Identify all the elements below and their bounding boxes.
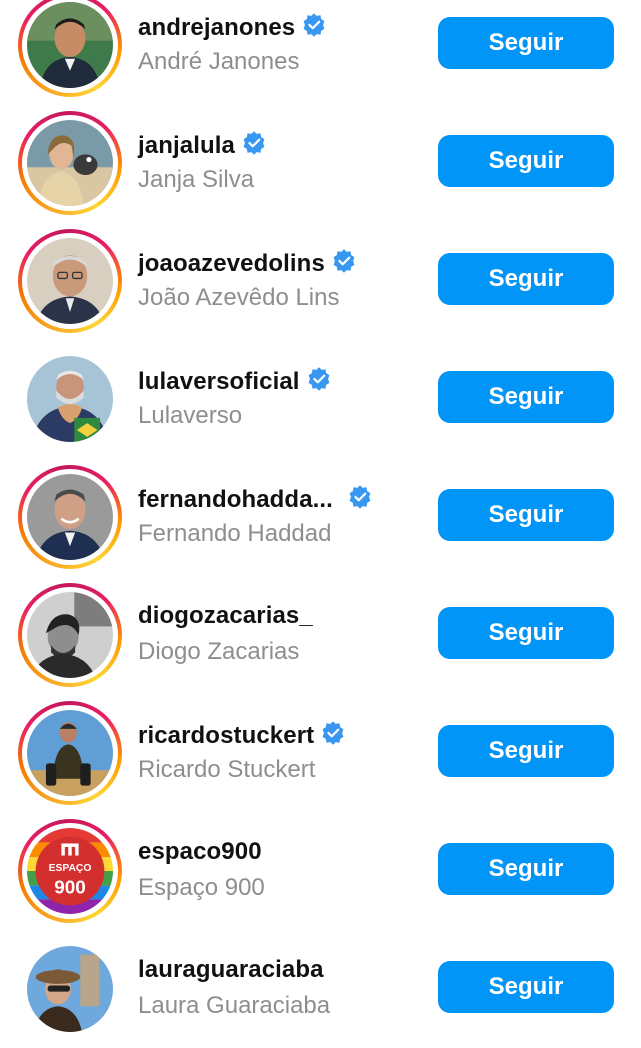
username[interactable]: lulaversoficial	[138, 366, 332, 396]
full-name: Fernando Haddad	[138, 520, 332, 547]
verified-badge-icon	[306, 366, 332, 392]
verified-badge-icon	[331, 248, 357, 274]
follow-button[interactable]: Seguir	[438, 371, 614, 423]
username[interactable]: joaoazevedolins	[138, 248, 357, 278]
full-name: Laura Guaraciaba	[138, 992, 331, 1019]
list-item: ricardostuckert Ricardo Stuckert Seguir	[0, 694, 641, 812]
follow-button[interactable]: Seguir	[438, 961, 614, 1013]
avatar	[27, 238, 113, 324]
username[interactable]: lauraguaraciaba	[138, 956, 324, 984]
avatar-story-ring[interactable]	[18, 465, 122, 569]
verified-badge-icon	[301, 12, 327, 38]
username[interactable]: diogozacarias_	[138, 602, 313, 630]
svg-text:900: 900	[54, 877, 86, 898]
avatar	[27, 710, 113, 796]
username[interactable]: fernandohadda...	[138, 484, 373, 514]
username[interactable]: janjalula	[138, 130, 267, 160]
follow-button[interactable]: Seguir	[438, 17, 614, 69]
list-item: joaoazevedolins João Azevêdo Lins Seguir	[0, 222, 641, 340]
full-name: João Azevêdo Lins	[138, 284, 340, 311]
avatar-story-ring[interactable]	[18, 229, 122, 333]
verified-badge-icon	[241, 130, 267, 156]
avatar-story-ring[interactable]	[18, 111, 122, 215]
avatar	[27, 120, 113, 206]
full-name: Espaço 900	[138, 874, 265, 901]
avatar: ESPAÇO 900	[27, 828, 113, 914]
avatar-wrapper[interactable]	[18, 347, 122, 451]
username[interactable]: ricardostuckert	[138, 720, 346, 750]
username[interactable]: andrejanones	[138, 12, 327, 42]
follow-button[interactable]: Seguir	[438, 607, 614, 659]
avatar-story-ring[interactable]	[18, 701, 122, 805]
avatar-story-ring[interactable]: ESPAÇO 900	[18, 819, 122, 923]
full-name: Diogo Zacarias	[138, 638, 300, 665]
list-item: andrejanones André Janones Seguir	[0, 0, 641, 104]
verified-badge-icon	[320, 720, 346, 746]
follow-button[interactable]: Seguir	[438, 135, 614, 187]
username[interactable]: espaco900	[138, 838, 262, 866]
list-item: fernandohadda... Fernando Haddad Seguir	[0, 458, 641, 576]
list-item: diogozacarias_ Diogo Zacarias Seguir	[0, 576, 641, 694]
list-item: ESPAÇO 900 espaco900 Espaço 900 Seguir	[0, 812, 641, 930]
avatar	[27, 946, 113, 1032]
full-name: André Janones	[138, 48, 300, 75]
avatar	[27, 356, 113, 442]
follow-button[interactable]: Seguir	[438, 253, 614, 305]
follow-button[interactable]: Seguir	[438, 843, 614, 895]
full-name: Ricardo Stuckert	[138, 756, 316, 783]
full-name: Janja Silva	[138, 166, 255, 193]
avatar	[27, 474, 113, 560]
avatar-story-ring[interactable]	[18, 0, 122, 97]
svg-text:ESPAÇO: ESPAÇO	[49, 863, 92, 874]
follow-button[interactable]: Seguir	[438, 489, 614, 541]
avatar	[27, 592, 113, 678]
full-name: Lulaverso	[138, 402, 243, 429]
avatar	[27, 2, 113, 88]
avatar-wrapper[interactable]	[18, 937, 122, 1041]
list-item: lulaversoficial Lulaverso Seguir	[0, 340, 641, 458]
follow-button[interactable]: Seguir	[438, 725, 614, 777]
list-item: lauraguaraciaba Laura Guaraciaba Seguir	[0, 930, 641, 1048]
list-item: janjalula Janja Silva Seguir	[0, 104, 641, 222]
avatar-story-ring[interactable]	[18, 583, 122, 687]
verified-badge-icon	[347, 484, 373, 510]
